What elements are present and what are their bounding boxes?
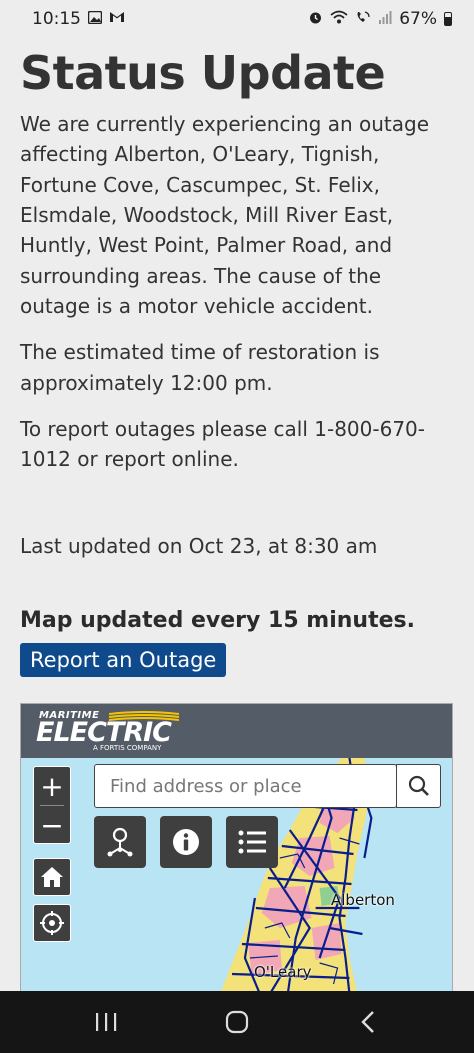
outage-map[interactable]: MARITIME ELECTRIC A FORTIS COMPANY + − F… — [20, 703, 453, 993]
zoom-out-button[interactable]: − — [34, 806, 70, 844]
restoration-estimate: The estimated time of restoration is app… — [20, 340, 380, 395]
zoom-in-button[interactable]: + — [34, 767, 70, 805]
recent-apps-icon — [95, 1013, 116, 1031]
zoom-controls: + − — [33, 766, 71, 844]
map-update-note: Map updated every 15 minutes. — [20, 608, 415, 634]
map-header: MARITIME ELECTRIC A FORTIS COMPANY — [21, 704, 452, 758]
logo-sub-text: A FORTIS COMPANY — [93, 744, 162, 752]
image-icon — [87, 10, 103, 28]
report-instructions: To report outages please call 1-800-670-… — [20, 416, 425, 472]
home-button[interactable] — [33, 858, 71, 896]
outage-description: We are currently experiencing an outage … — [20, 112, 429, 318]
logo-main-text: ELECTRIC — [36, 717, 172, 748]
back-button[interactable] — [343, 1002, 393, 1042]
clock: 10:15 — [32, 9, 81, 29]
basemap-tool-button[interactable] — [94, 816, 146, 868]
info-icon — [173, 829, 199, 855]
report-outage-button[interactable]: Report an Outage — [20, 643, 227, 678]
signal-icon — [378, 10, 392, 28]
alarm-icon — [308, 10, 323, 29]
home-icon — [41, 867, 63, 887]
locate-button[interactable] — [33, 904, 71, 942]
locate-icon — [40, 911, 64, 935]
map-label-alberton: Alberton — [331, 891, 395, 909]
last-updated: Last updated on Oct 23, at 8:30 am — [20, 534, 378, 559]
home-circle-icon — [225, 1010, 249, 1034]
list-icon — [238, 830, 266, 854]
main-content: Status Update We are currently experienc… — [0, 38, 474, 678]
search-icon — [408, 775, 429, 796]
address-search-input[interactable] — [94, 764, 397, 808]
map-label-oleary: O'Leary — [254, 963, 312, 981]
back-chevron-icon — [361, 1011, 375, 1033]
wifi-icon — [330, 10, 348, 28]
system-nav-bar — [0, 991, 474, 1053]
info-button[interactable] — [160, 816, 212, 868]
gmail-icon — [109, 11, 125, 27]
battery-percent: 67% — [399, 9, 437, 29]
legend-list-button[interactable] — [226, 816, 278, 868]
battery-icon — [444, 12, 452, 26]
home-nav-button[interactable] — [212, 1002, 262, 1042]
recent-apps-button[interactable] — [81, 1002, 131, 1042]
location-network-icon — [107, 827, 133, 857]
search-button[interactable] — [396, 764, 441, 808]
status-bar: 10:15 67% — [0, 0, 474, 38]
wifi-calling-icon — [355, 10, 371, 28]
page-title: Status Update — [20, 46, 386, 100]
